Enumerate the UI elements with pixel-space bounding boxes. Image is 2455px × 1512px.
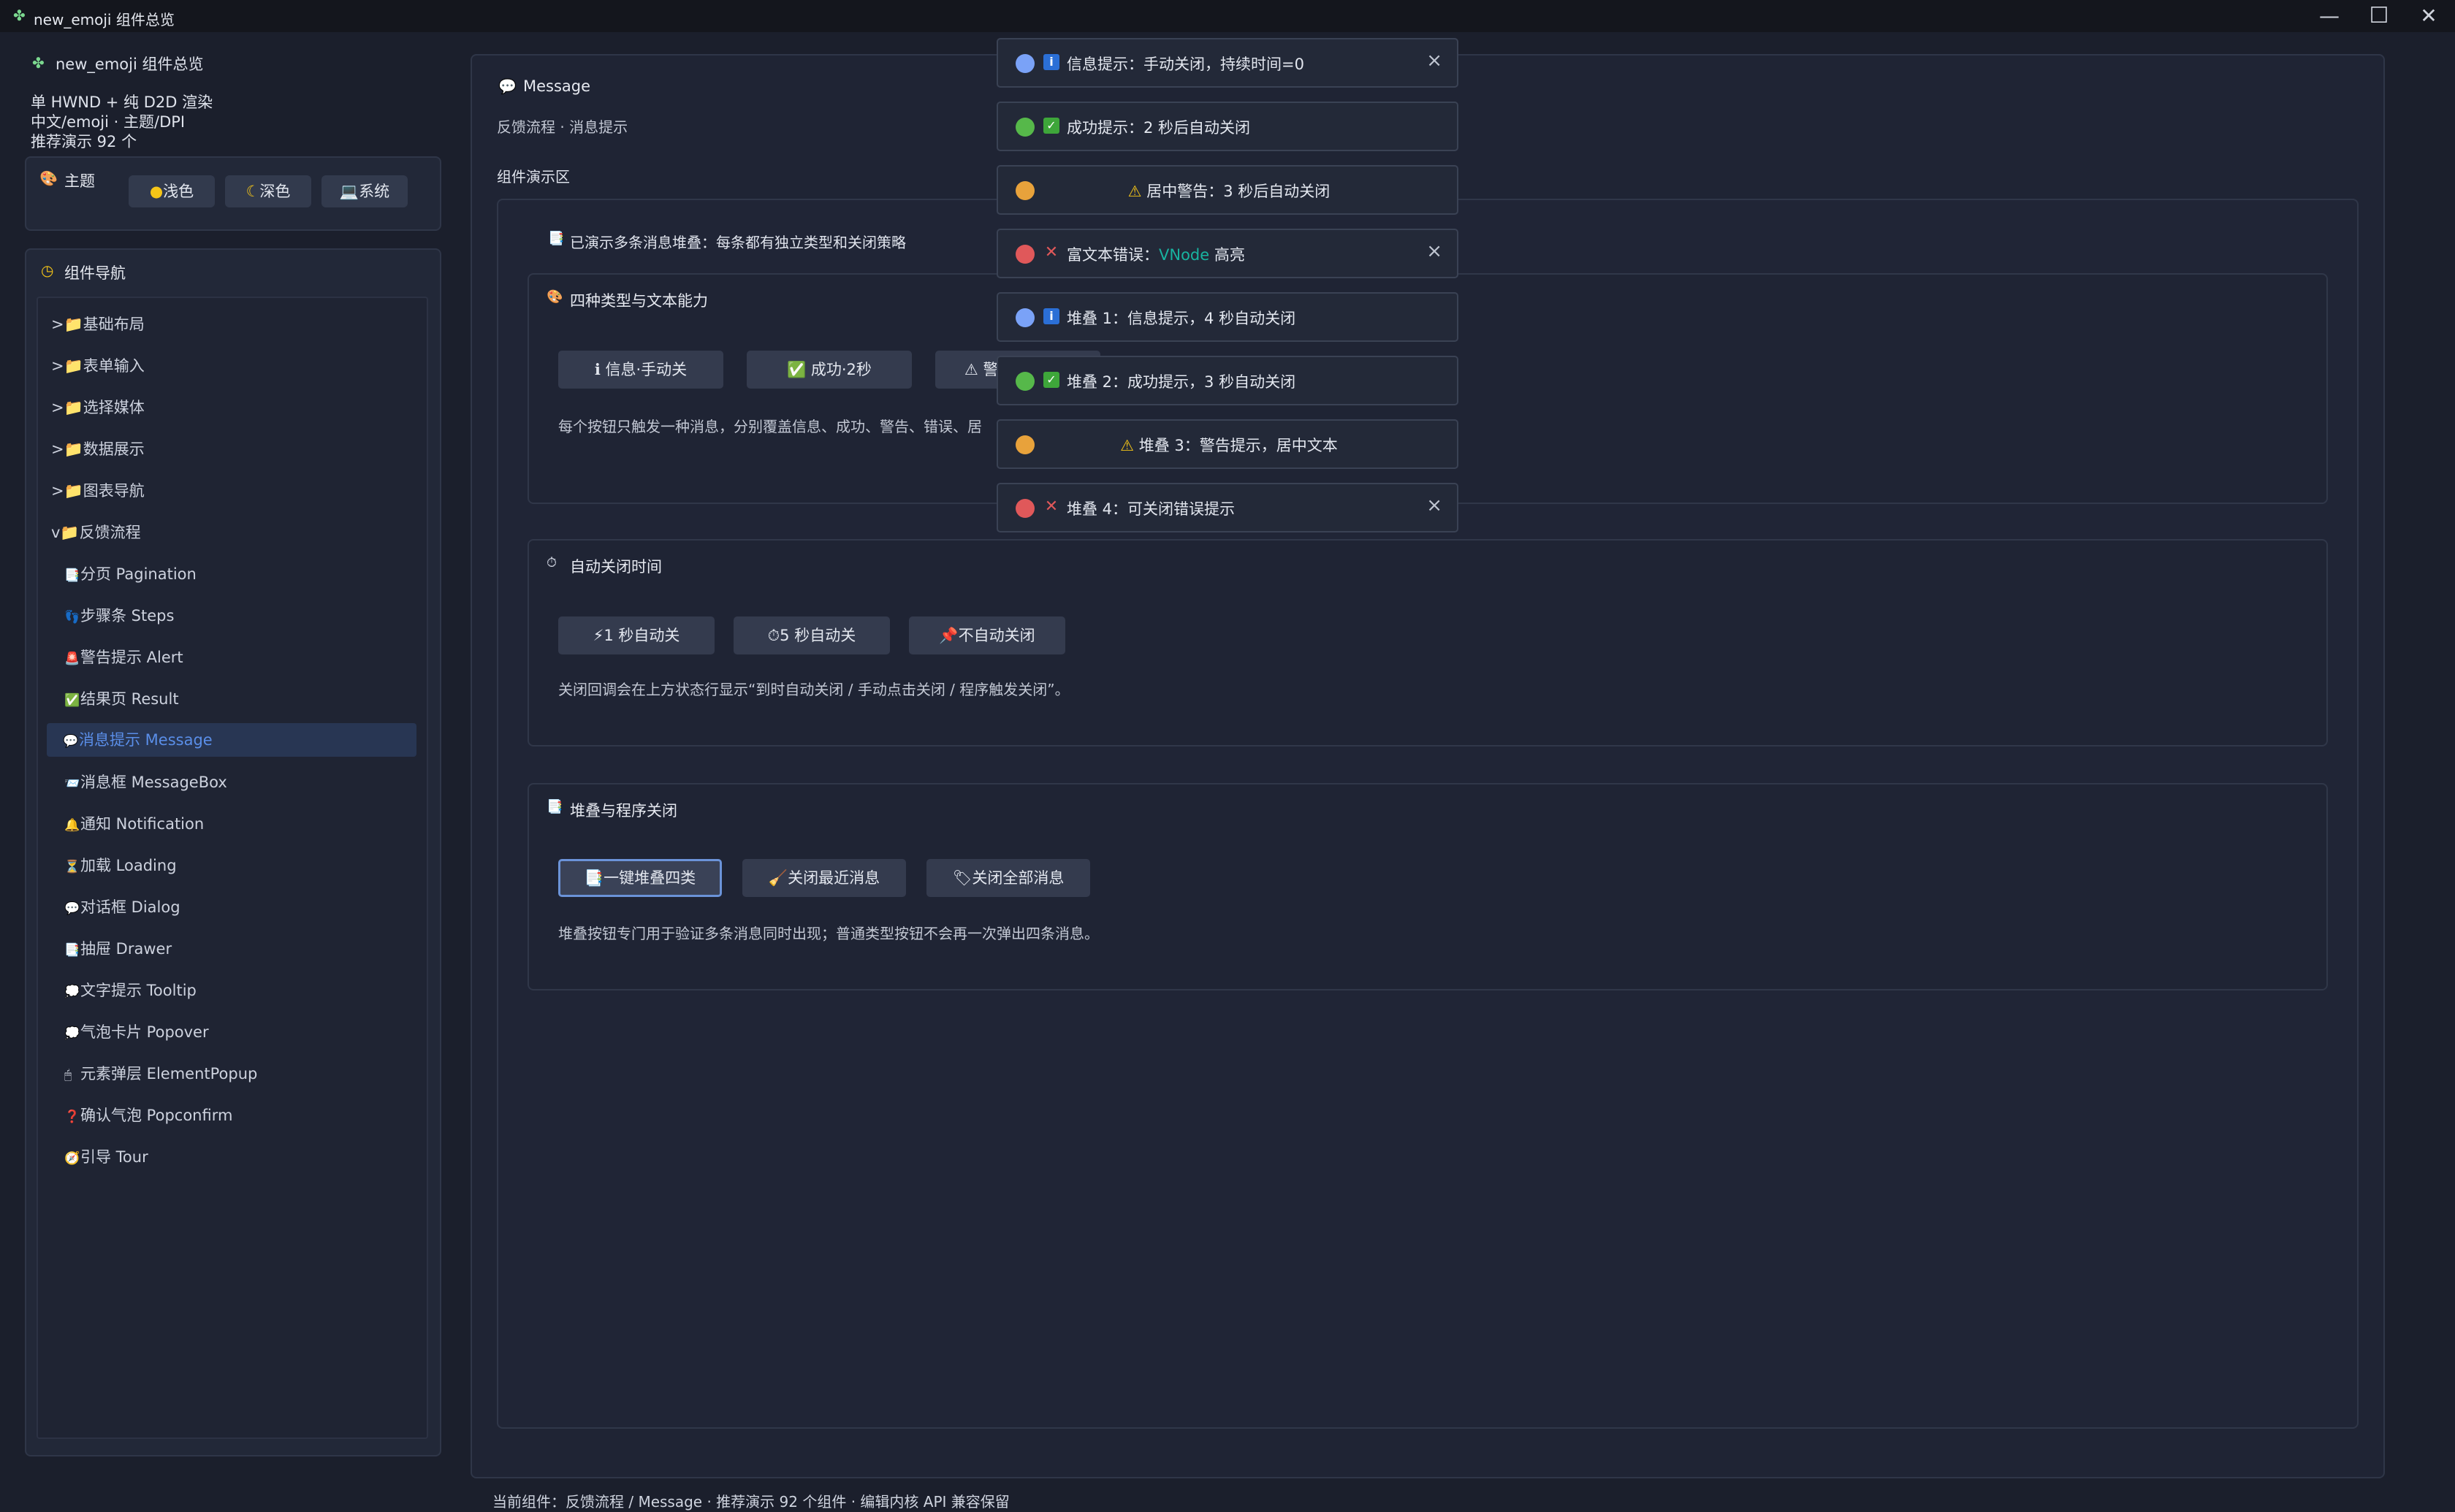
highlight-text: VNode: [1159, 246, 1210, 264]
close-recent-button[interactable]: 🧹关闭最近消息: [742, 859, 906, 897]
toast-info: i 信息提示：手动关闭，持续时间=0 ×: [997, 38, 1458, 88]
auto-close-desc: 关闭回调会在上方状态行显示“到时自动关闭 / 手动点击关闭 / 程序触发关闭”。: [558, 681, 1070, 698]
nav-item-popover[interactable]: 💭气泡卡片 Popover: [64, 1017, 209, 1047]
info-dot-icon: [1016, 308, 1035, 327]
toast-text: 堆叠 2：成功提示，3 秒自动关闭: [1067, 373, 1296, 391]
minimize-button[interactable]: —: [2304, 0, 2354, 32]
nav-item-popconfirm[interactable]: ❓确认气泡 Popconfirm: [64, 1101, 232, 1130]
palette-icon: 🎨: [547, 289, 563, 305]
nav-item-drawer[interactable]: 📑抽屉 Drawer: [64, 934, 172, 963]
success-dot-icon: [1016, 372, 1035, 391]
toast-success: ✓ 成功提示：2 秒后自动关闭: [997, 102, 1458, 151]
toast-text: 堆叠 4：可关闭错误提示: [1067, 500, 1236, 518]
toast-close-icon[interactable]: ×: [1426, 495, 1442, 516]
error-dot-icon: [1016, 499, 1035, 518]
app-logo-icon: ✤: [32, 54, 45, 72]
auto-close-1s-button[interactable]: ⚡1 秒自动关: [558, 616, 715, 654]
check-icon: ✓: [1043, 372, 1059, 388]
nav-item-messagebox[interactable]: 📨消息框 MessageBox: [64, 768, 227, 797]
title-bar: ✤ new_emoji 组件总览 — ☐ ✕: [0, 0, 2455, 32]
stack-section-title: 堆叠与程序关闭: [570, 802, 677, 820]
page-title: Message: [523, 77, 591, 95]
info-manual-button[interactable]: ℹ 信息·手动关: [558, 351, 723, 389]
nav-folder-data-display[interactable]: >📁数据展示: [51, 435, 145, 464]
app-name: new_emoji 组件总览: [56, 56, 204, 73]
stack-icon: 📑: [547, 799, 563, 814]
theme-system-button[interactable]: 💻系统: [321, 175, 408, 207]
stack-icon: 📑: [548, 231, 565, 246]
types-section-title: 四种类型与文本能力: [570, 292, 708, 310]
nav-item-message[interactable]: 💬消息提示 Message: [47, 723, 416, 757]
info-icon: i: [1043, 54, 1059, 70]
error-dot-icon: [1016, 245, 1035, 264]
nav-item-notification[interactable]: 🔔通知 Notification: [64, 809, 204, 839]
cross-icon: ✕: [1044, 497, 1059, 516]
nav-item-steps[interactable]: 👣步骤条 Steps: [64, 601, 174, 630]
compass-icon: ◷: [41, 261, 54, 279]
types-desc: 每个按钮只触发一种消息，分别覆盖信息、成功、警告、错误、居: [558, 418, 982, 435]
info-line: 单 HWND + 纯 D2D 渲染: [31, 93, 213, 111]
toast-stack-2: ✓ 堆叠 2：成功提示，3 秒自动关闭: [997, 356, 1458, 405]
info-icon: i: [1043, 308, 1059, 324]
nav-folder-feedback[interactable]: v📁反馈流程: [51, 518, 141, 547]
toast-text: 堆叠 1：信息提示，4 秒自动关闭: [1067, 310, 1296, 327]
window-title: new_emoji 组件总览: [34, 11, 175, 28]
stopwatch-icon: ⏱: [547, 555, 557, 570]
toast-text: 信息提示：手动关闭，持续时间=0: [1067, 56, 1304, 73]
nav-folder-select-media[interactable]: >📁选择媒体: [51, 393, 145, 422]
check-icon: ✓: [1043, 118, 1059, 134]
theme-light-button[interactable]: ●浅色: [129, 175, 215, 207]
cross-icon: ✕: [1044, 243, 1059, 261]
toast-error: ✕ 富文本错误：VNode 高亮 ×: [997, 229, 1458, 278]
nav-item-tour[interactable]: 🧭引导 Tour: [64, 1142, 148, 1172]
info-line: 推荐演示 92 个: [31, 133, 137, 150]
toast-text: 富文本错误：VNode 高亮: [1067, 246, 1245, 264]
breadcrumb: 反馈流程 · 消息提示: [497, 118, 628, 136]
toast-stack-3: ⚠ 堆叠 3：警告提示，居中文本: [997, 419, 1458, 469]
nav-item-dialog[interactable]: 💬对话框 Dialog: [64, 893, 180, 922]
toast-close-icon[interactable]: ×: [1426, 240, 1442, 262]
maximize-button[interactable]: ☐: [2354, 0, 2404, 32]
footer-status: 当前组件：反馈流程 / Message · 推荐演示 92 个组件 · 编辑内核…: [492, 1493, 1010, 1511]
close-button[interactable]: ✕: [2404, 0, 2454, 32]
toast-text: ⚠ 堆叠 3：警告提示，居中文本: [1120, 437, 1338, 454]
info-line: 中文/emoji · 主题/DPI: [31, 113, 186, 131]
toast-warning: ⚠ 居中警告：3 秒后自动关闭: [997, 165, 1458, 215]
message-icon: 💬: [498, 77, 517, 95]
toast-text: ⚠ 居中警告：3 秒后自动关闭: [1127, 183, 1331, 200]
toast-close-icon[interactable]: ×: [1426, 50, 1442, 72]
nav-folder-basic-layout[interactable]: >📁基础布局: [51, 310, 145, 339]
nav-item-pagination[interactable]: 📑分页 Pagination: [64, 560, 197, 589]
auto-close-section-title: 自动关闭时间: [570, 558, 662, 576]
nav-title: 组件导航: [64, 264, 126, 282]
app-logo-icon: ✤: [13, 7, 26, 24]
demo-area-label: 组件演示区: [497, 168, 570, 186]
info-dot-icon: [1016, 54, 1035, 73]
theme-title: 主题: [64, 172, 95, 190]
nav-item-alert[interactable]: 🚨警告提示 Alert: [64, 643, 183, 672]
nav-folder-form-input[interactable]: >📁表单输入: [51, 351, 145, 381]
close-all-button[interactable]: 🏷关闭全部消息: [926, 859, 1090, 897]
stack-four-button[interactable]: 📑一键堆叠四类: [558, 859, 722, 897]
nav-item-result[interactable]: ✅结果页 Result: [64, 684, 179, 714]
success-dot-icon: [1016, 118, 1035, 137]
nav-item-loading[interactable]: ⏳加载 Loading: [64, 851, 177, 880]
success-2s-button[interactable]: ✅ 成功·2秒: [747, 351, 912, 389]
auto-close-5s-button[interactable]: ⏱5 秒自动关: [734, 616, 890, 654]
nav-item-elementpopup[interactable]: 🖱 元素弹层 ElementPopup: [64, 1059, 257, 1088]
toast-stack-1: i 堆叠 1：信息提示，4 秒自动关闭: [997, 292, 1458, 342]
toast-stack-4: ✕ 堆叠 4：可关闭错误提示 ×: [997, 483, 1458, 532]
no-auto-close-button[interactable]: 📌不自动关闭: [909, 616, 1065, 654]
nav-folder-chart-nav[interactable]: >📁图表导航: [51, 476, 145, 505]
nav-item-tooltip[interactable]: 💭文字提示 Tooltip: [64, 976, 197, 1005]
palette-icon: 🎨: [39, 169, 58, 187]
toast-text: 成功提示：2 秒后自动关闭: [1067, 119, 1251, 137]
status-text: 已演示多条消息堆叠：每条都有独立类型和关闭策略: [570, 234, 906, 251]
theme-dark-button[interactable]: ☾深色: [225, 175, 311, 207]
stack-desc: 堆叠按钮专门用于验证多条消息同时出现；普通类型按钮不会再一次弹出四条消息。: [558, 925, 1099, 942]
